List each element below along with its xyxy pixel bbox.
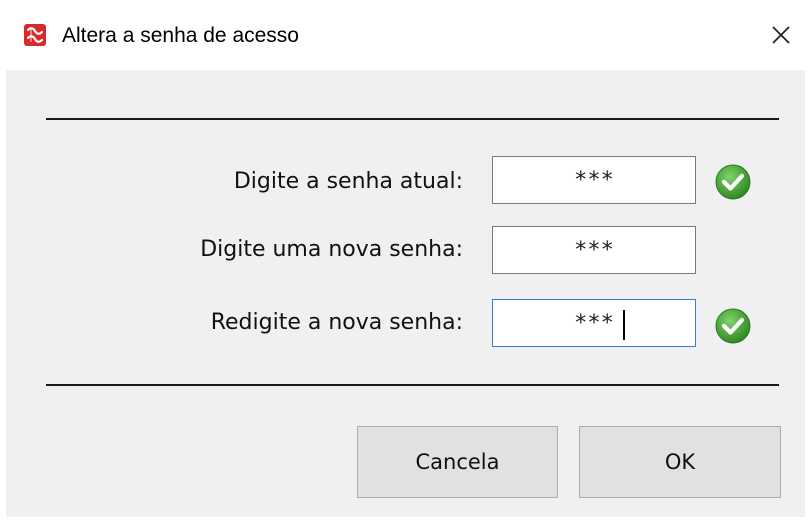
top-divider [46, 118, 779, 120]
check-icon [713, 162, 753, 202]
current-password-field[interactable] [492, 156, 696, 204]
ok-button[interactable]: OK [579, 426, 781, 498]
ok-button-label: OK [664, 450, 696, 474]
bottom-divider [46, 384, 779, 386]
confirm-password-field[interactable] [492, 299, 696, 347]
current-password-label: Digite a senha atual: [233, 169, 463, 194]
text-caret [623, 310, 625, 340]
new-password-label: Digite uma nova senha: [200, 237, 463, 262]
new-password-field[interactable] [492, 226, 696, 274]
cancel-button[interactable]: Cancela [357, 426, 558, 498]
app-logo-icon [24, 24, 46, 46]
close-button[interactable] [766, 20, 796, 50]
window-title: Altera a senha de acesso [62, 24, 299, 47]
check-icon [713, 306, 753, 346]
dialog-body: Digite a senha atual: Digite uma nova se… [6, 70, 805, 517]
close-icon [772, 26, 790, 44]
cancel-button-label: Cancela [415, 450, 500, 474]
title-bar[interactable]: Altera a senha de acesso [0, 0, 811, 70]
confirm-password-label: Redigite a nova senha: [210, 310, 463, 335]
change-password-dialog: Altera a senha de acesso Digite a senha … [0, 0, 811, 523]
